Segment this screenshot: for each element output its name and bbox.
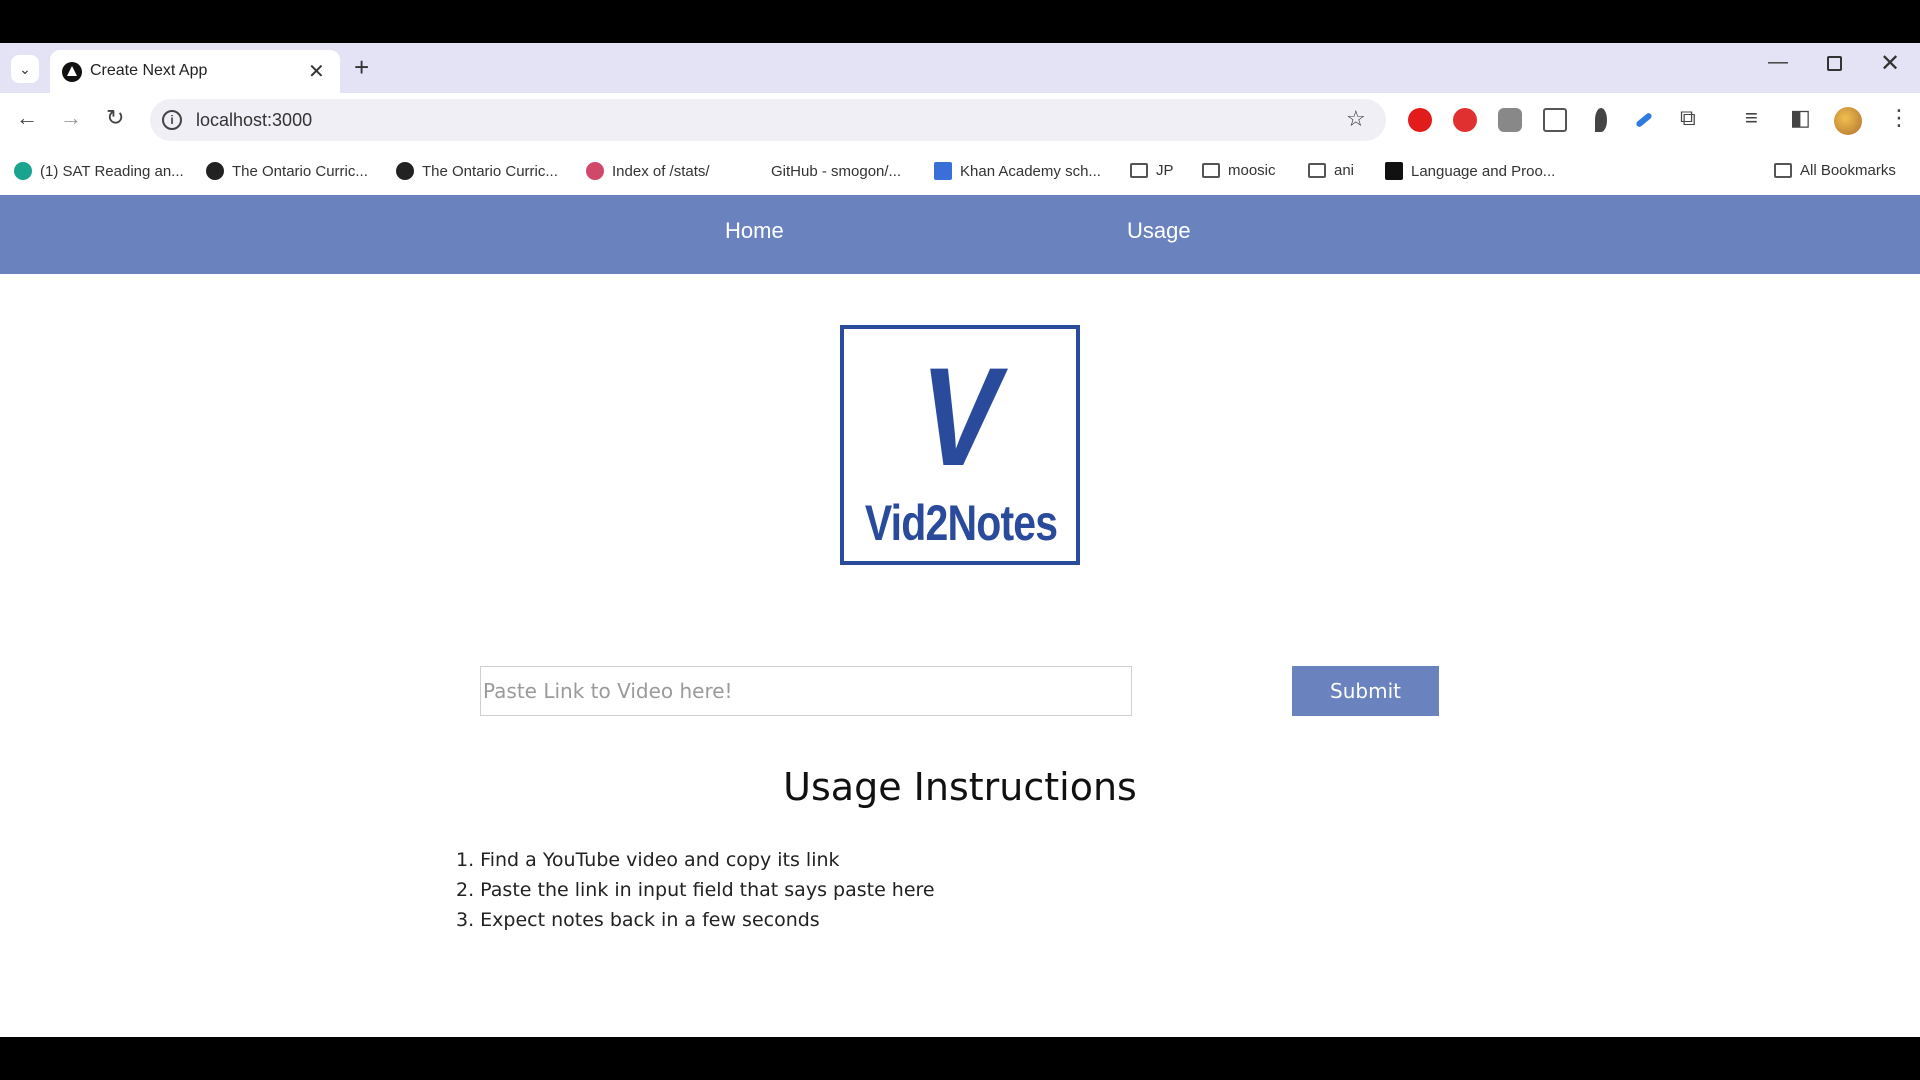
bookmark-item[interactable]: (1) SAT Reading an... — [14, 162, 184, 180]
stats-icon — [586, 162, 604, 180]
tab-strip: ⌄ Create Next App ✕ + — ✕ — [0, 43, 1920, 93]
usage-step: 2. Paste the link in input field that sa… — [456, 879, 935, 901]
nav-home-link[interactable]: Home — [725, 218, 784, 244]
bookmark-item[interactable]: Language and Proo... — [1385, 162, 1555, 180]
teal-hex-icon — [14, 162, 32, 180]
shield-icon — [396, 162, 414, 180]
folder-icon — [1202, 163, 1220, 178]
letterbox-bottom — [0, 1037, 1920, 1080]
shield-icon — [206, 162, 224, 180]
pin-extension-icon[interactable] — [1595, 108, 1607, 132]
doc-icon — [934, 162, 952, 180]
web-page: Home Usage V Vid2Notes Submit Usage Inst… — [0, 195, 1920, 1037]
new-tab-plus-icon[interactable]: + — [354, 52, 369, 83]
nextjs-favicon-icon — [62, 62, 82, 82]
side-panel-icon[interactable]: ◧ — [1790, 105, 1811, 131]
red-extension-icon[interactable] — [1453, 108, 1477, 132]
folder-icon — [1130, 163, 1148, 178]
bookmark-item[interactable]: Khan Academy sch... — [934, 162, 1101, 180]
close-tab-icon[interactable]: ✕ — [308, 59, 325, 84]
reload-icon[interactable]: ↻ — [106, 105, 124, 131]
puzzle-extensions-icon[interactable]: ⧉ — [1680, 105, 1696, 131]
usage-steps-list: 1. Find a YouTube video and copy its lin… — [456, 845, 935, 935]
bookmark-item[interactable]: The Ontario Curric... — [396, 162, 558, 180]
github-icon — [745, 162, 763, 180]
minimize-icon[interactable]: — — [1768, 51, 1788, 74]
close-window-icon[interactable]: ✕ — [1880, 49, 1900, 78]
url-text[interactable]: localhost:3000 — [196, 110, 312, 131]
all-bookmarks[interactable]: All Bookmarks — [1774, 162, 1896, 179]
forward-arrow-icon[interactable]: → — [60, 105, 82, 131]
vid2notes-logo: V Vid2Notes — [840, 325, 1080, 565]
bookmark-star-icon[interactable]: ☆ — [1346, 106, 1366, 132]
folder-icon — [1308, 163, 1326, 178]
media-queue-icon[interactable]: ≡ — [1745, 105, 1758, 131]
usage-instructions-title: Usage Instructions — [783, 765, 1137, 809]
video-link-input[interactable] — [480, 666, 1132, 716]
bookmark-item[interactable]: The Ontario Curric... — [206, 162, 368, 180]
bookmark-folder[interactable]: ani — [1308, 162, 1354, 179]
gray-extension-icon[interactable] — [1498, 108, 1522, 132]
restore-window-icon[interactable] — [1827, 56, 1842, 71]
profile-avatar[interactable] — [1834, 107, 1862, 135]
back-arrow-icon[interactable]: ← — [16, 105, 38, 131]
opera-extension-icon[interactable] — [1408, 108, 1432, 132]
site-info-icon[interactable]: i — [162, 110, 182, 130]
bookmark-item[interactable]: Index of /stats/ — [586, 162, 710, 180]
logo-letter: V — [920, 338, 1000, 495]
logo-name: Vid2Notes — [864, 495, 1058, 551]
dzl-icon — [1385, 162, 1403, 180]
browser-toolbar: ← → ↻ i localhost:3000 ☆ ⧉ ≡ ◧ ⋮ — [0, 93, 1920, 149]
bookmark-item[interactable]: GitHub - smogon/... — [745, 162, 901, 180]
usage-step: 3. Expect notes back in a few seconds — [456, 909, 820, 931]
active-tab[interactable]: Create Next App ✕ — [50, 50, 340, 93]
bookmark-folder[interactable]: JP — [1130, 162, 1174, 179]
nav-usage-link[interactable]: Usage — [1127, 218, 1191, 244]
tab-title: Create Next App — [90, 62, 208, 79]
address-bar[interactable]: i localhost:3000 ☆ — [150, 99, 1386, 141]
menu-kebab-icon[interactable]: ⋮ — [1888, 105, 1910, 131]
bookmarks-bar: (1) SAT Reading an... The Ontario Curric… — [0, 149, 1920, 195]
chevron-down-icon: ⌄ — [19, 60, 31, 77]
submit-button[interactable]: Submit — [1292, 666, 1439, 716]
pen-extension-icon[interactable] — [1635, 111, 1653, 129]
box-extension-icon[interactable] — [1543, 108, 1567, 132]
bookmark-folder[interactable]: moosic — [1202, 162, 1276, 179]
folder-icon — [1774, 163, 1792, 178]
tab-search-button[interactable]: ⌄ — [11, 55, 39, 83]
letterbox-top — [0, 0, 1920, 43]
browser-window: ⌄ Create Next App ✕ + — ✕ ← → ↻ i localh… — [0, 43, 1920, 1037]
site-navbar: Home Usage — [0, 195, 1920, 274]
usage-step: 1. Find a YouTube video and copy its lin… — [456, 849, 840, 871]
